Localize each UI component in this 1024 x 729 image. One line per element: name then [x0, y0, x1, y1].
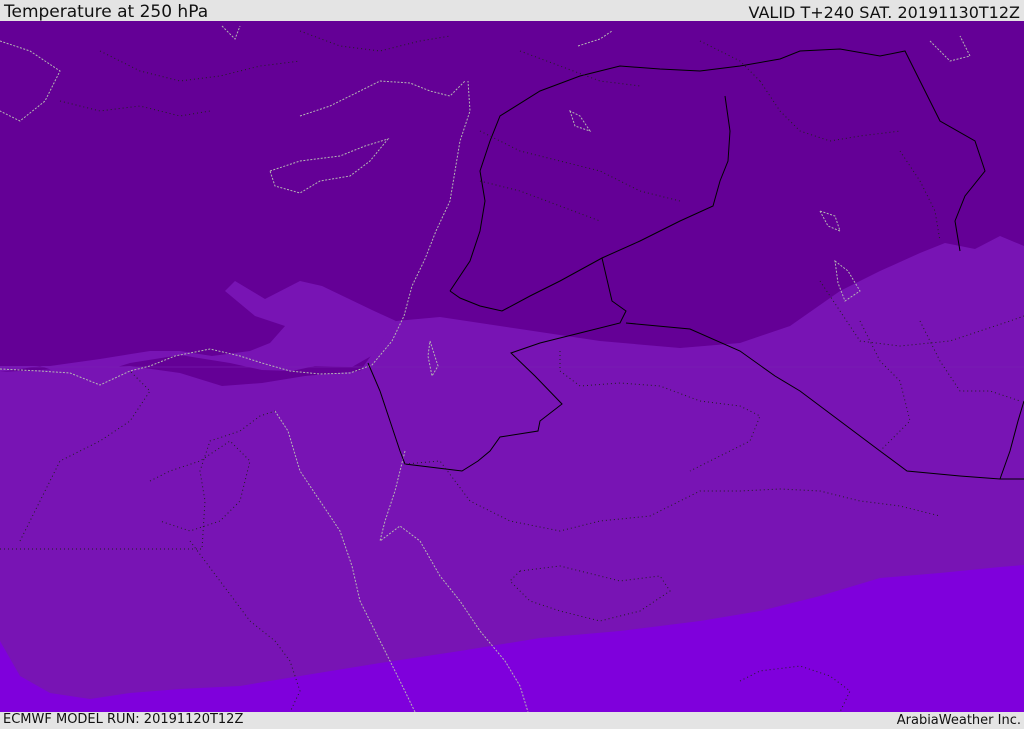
model-run-label: ECMWF MODEL RUN: 20191120T12Z [3, 712, 244, 727]
footer-bar: ECMWF MODEL RUN: 20191120T12Z ArabiaWeat… [0, 712, 1024, 729]
header-bar: Temperature at 250 hPa VALID T+240 SAT. … [0, 0, 1024, 21]
valid-time: VALID T+240 SAT. 20191130T12Z [748, 3, 1020, 22]
map-area[interactable] [0, 21, 1024, 712]
temperature-map [0, 21, 1024, 712]
credit-label: ArabiaWeather Inc. [896, 713, 1021, 728]
map-title: Temperature at 250 hPa [4, 2, 209, 22]
